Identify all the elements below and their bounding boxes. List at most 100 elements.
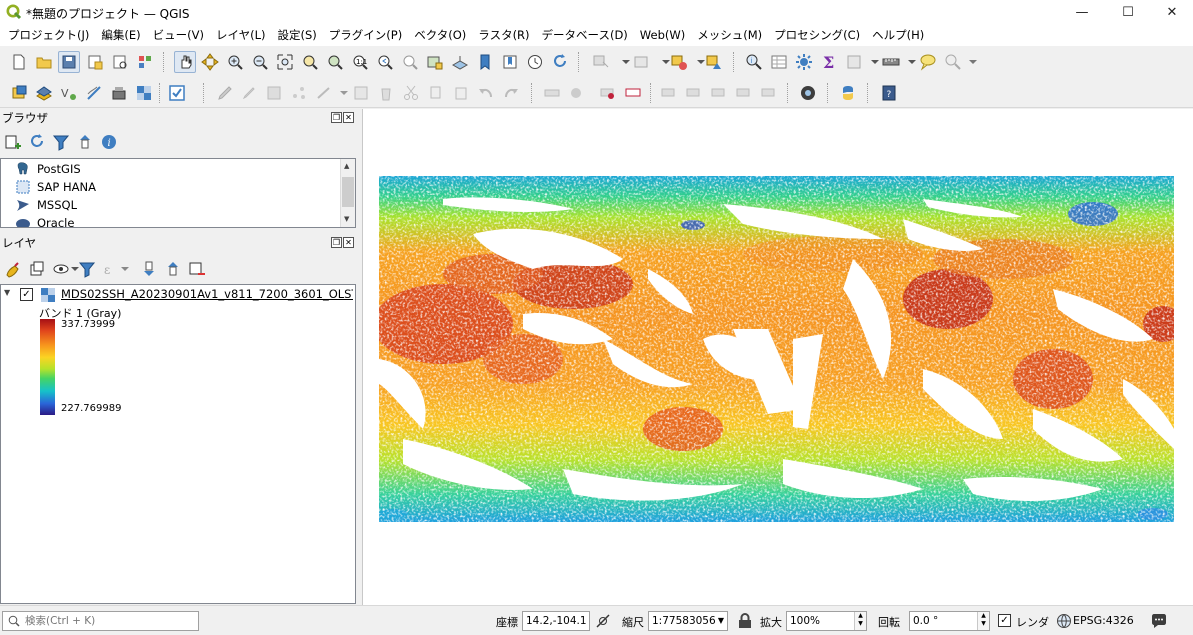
zoom-to-selection-button[interactable] (299, 51, 321, 73)
expand-all-icon[interactable] (138, 258, 160, 280)
save-edits-button[interactable] (263, 82, 285, 104)
close-button[interactable]: ✕ (1149, 0, 1193, 24)
toggle-editing-button[interactable] (238, 82, 260, 104)
new-3d-view-button[interactable] (449, 51, 471, 73)
measure-line-button[interactable] (880, 51, 902, 73)
vertex-tool-button[interactable] (313, 82, 335, 104)
new-print-layout-button[interactable] (84, 51, 106, 73)
messages-icon[interactable] (1150, 612, 1168, 630)
locator-search-button[interactable] (942, 51, 964, 73)
collapse-all-icon[interactable] (162, 258, 184, 280)
menu-vector[interactable]: ベクタ(O) (408, 24, 472, 46)
pan-to-selection-button[interactable] (199, 51, 221, 73)
float-panel-icon[interactable]: ❐ (331, 112, 342, 123)
add-wms-layer-button[interactable] (108, 82, 130, 104)
crs-label[interactable]: EPSG:4326 (1073, 614, 1134, 627)
coordinate-toggle-icon[interactable] (595, 613, 611, 629)
menu-edit[interactable]: 編集(E) (95, 24, 146, 46)
layer-styling-icon[interactable] (2, 258, 24, 280)
paste-features-button[interactable] (450, 82, 472, 104)
diagram-tool-button[interactable] (597, 82, 619, 104)
new-geopackage-layer-button[interactable] (83, 82, 105, 104)
zoom-native-button[interactable]: 1:1 (349, 51, 371, 73)
browser-item-sap-hana[interactable]: SAP HANA (15, 178, 96, 196)
close-panel-icon[interactable]: ✕ (343, 237, 354, 248)
browser-scrollbar[interactable]: ▲ ▼ (340, 159, 355, 227)
map-tips-button[interactable] (917, 51, 939, 73)
locator-search-input[interactable]: 検索(Ctrl + K) (2, 611, 199, 631)
menu-processing[interactable]: プロセシング(C) (768, 24, 866, 46)
scale-dropdown-icon[interactable]: ▼ (718, 612, 724, 630)
add-group-icon[interactable] (26, 258, 48, 280)
delete-selected-button[interactable] (375, 82, 397, 104)
menu-project[interactable]: プロジェクト(J) (2, 24, 95, 46)
new-project-button[interactable] (8, 51, 30, 73)
map-canvas[interactable] (362, 109, 1193, 605)
close-panel-icon[interactable]: ✕ (343, 112, 354, 123)
pan-map-button[interactable] (174, 51, 196, 73)
filter-legend-icon[interactable] (76, 258, 98, 280)
menu-database[interactable]: データベース(D) (536, 24, 634, 46)
layer-visibility-checkbox[interactable]: ✓ (20, 288, 33, 301)
help-contents-button[interactable]: ? (878, 82, 900, 104)
style-manager-button[interactable] (134, 51, 156, 73)
browser-item-oracle[interactable]: Oracle (15, 214, 74, 227)
rotate-label-button[interactable] (708, 82, 730, 104)
new-bookmark-button[interactable] (474, 51, 496, 73)
validate-geometry-button[interactable] (166, 82, 188, 104)
menu-help[interactable]: ヘルプ(H) (866, 24, 930, 46)
add-feature-button[interactable] (288, 82, 310, 104)
browser-item-mssql[interactable]: MSSQL (15, 196, 77, 214)
menu-web[interactable]: Web(W) (634, 24, 691, 46)
statistics-summary-button[interactable]: Σ (818, 51, 840, 73)
zoom-out-button[interactable] (249, 51, 271, 73)
zoom-in-button[interactable] (224, 51, 246, 73)
rotation-spin-buttons[interactable]: ▲ ▼ (977, 612, 989, 630)
copy-features-button[interactable] (425, 82, 447, 104)
collapse-arrow-icon[interactable]: ▼ (4, 288, 10, 297)
lock-icon[interactable] (738, 613, 752, 629)
select-by-value-button[interactable] (630, 51, 652, 73)
properties-info-icon[interactable]: i (98, 131, 120, 153)
zoom-last-button[interactable] (374, 51, 396, 73)
current-edits-button[interactable] (214, 82, 236, 104)
layout-manager-button[interactable] (109, 51, 131, 73)
zoom-next-button[interactable] (399, 51, 421, 73)
open-field-calculator-button[interactable] (843, 51, 865, 73)
temporal-controller-button[interactable] (524, 51, 546, 73)
menu-settings[interactable]: 設定(S) (272, 24, 323, 46)
new-map-view-button[interactable] (424, 51, 446, 73)
change-label-button[interactable] (733, 82, 755, 104)
menu-view[interactable]: ビュー(V) (147, 24, 210, 46)
show-hide-labels-button[interactable] (622, 82, 644, 104)
globe-crs-icon[interactable] (1056, 613, 1072, 629)
zoom-to-layer-button[interactable] (324, 51, 346, 73)
label-properties-button[interactable] (758, 82, 780, 104)
render-checkbox[interactable]: ✓ (998, 614, 1011, 627)
identify-features-button[interactable]: i (743, 51, 765, 73)
scrollbar-thumb[interactable] (342, 177, 354, 207)
deselect-all-button[interactable] (668, 51, 690, 73)
scale-combobox[interactable]: 1:77583056 ▼ (648, 611, 728, 631)
float-panel-icon[interactable]: ❐ (331, 237, 342, 248)
scroll-down-icon[interactable]: ▼ (344, 215, 349, 223)
show-bookmarks-button[interactable] (499, 51, 521, 73)
filter-dropdown-icon[interactable] (114, 258, 136, 280)
add-vector-layer-button[interactable] (33, 82, 55, 104)
filter-icon[interactable] (50, 131, 72, 153)
geometry-checker-button[interactable] (797, 82, 819, 104)
select-features-button[interactable] (590, 51, 612, 73)
python-console-button[interactable] (837, 82, 859, 104)
scroll-up-icon[interactable]: ▲ (344, 162, 349, 170)
remove-layer-icon[interactable] (186, 258, 208, 280)
pin-labels-button[interactable] (658, 82, 680, 104)
maximize-button[interactable]: ☐ (1105, 0, 1151, 24)
minimize-button[interactable]: — (1059, 0, 1105, 24)
processing-toolbox-button[interactable] (793, 51, 815, 73)
menu-plugins[interactable]: プラグイン(P) (323, 24, 408, 46)
move-label-button[interactable] (683, 82, 705, 104)
label-tool-button[interactable] (541, 82, 563, 104)
redo-button[interactable] (500, 82, 522, 104)
select-location-button[interactable] (703, 51, 725, 73)
modify-attributes-button[interactable] (350, 82, 372, 104)
